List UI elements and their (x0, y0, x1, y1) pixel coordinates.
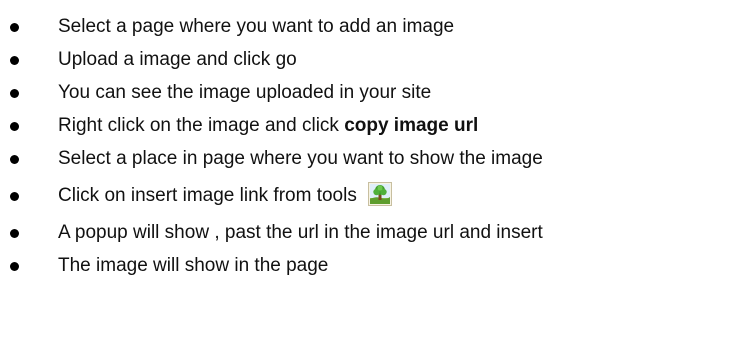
list-item-text: Upload a image and click go (58, 49, 297, 70)
list-item-text: Select a place in page where you want to… (58, 148, 543, 169)
bullet-icon (10, 55, 19, 65)
list-item-text: Right click on the image and click (58, 115, 345, 136)
bullet-icon (10, 88, 19, 98)
list-item-bold-text: copy image url (344, 115, 479, 136)
list-item: Right click on the image and click copy … (0, 109, 543, 142)
bullet-icon (10, 261, 19, 271)
list-item: Click on insert image link from tools (0, 175, 543, 216)
list-item: Select a place in page where you want to… (0, 142, 543, 175)
list-item: Upload a image and click go (0, 43, 543, 76)
list-item-text: Select a page where you want to add an i… (58, 16, 455, 37)
list-item: The image will show in the page (0, 249, 543, 282)
instruction-list: Select a page where you want to add an i… (0, 10, 543, 282)
bullet-icon (10, 191, 19, 201)
bullet-icon (10, 121, 19, 131)
list-item-text: You can see the image uploaded in your s… (58, 82, 432, 103)
list-item-text: A popup will show , past the url in the … (58, 222, 543, 243)
list-item: You can see the image uploaded in your s… (0, 76, 543, 109)
insert-image-icon (368, 180, 393, 206)
list-item: Select a page where you want to add an i… (0, 10, 543, 43)
bullet-icon (10, 22, 19, 32)
list-item: A popup will show , past the url in the … (0, 216, 543, 249)
bullet-icon (10, 154, 19, 164)
list-item-text: Click on insert image link from tools (58, 185, 357, 206)
list-item-text: The image will show in the page (58, 255, 329, 276)
document-page: Select a page where you want to add an i… (0, 0, 755, 351)
bullet-icon (10, 228, 19, 238)
